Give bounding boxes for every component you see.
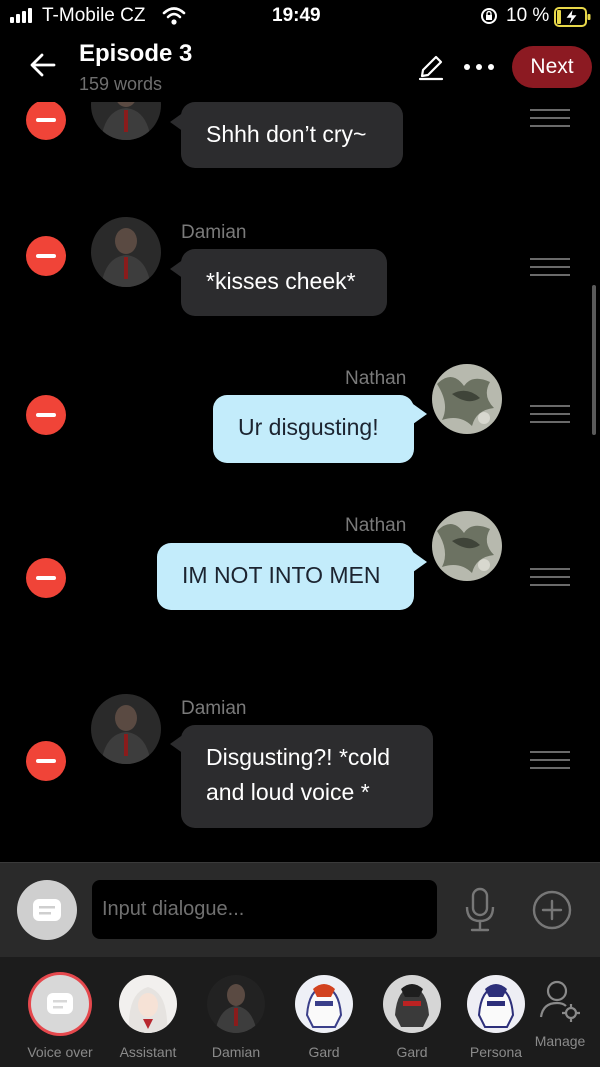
signal-icon [10, 7, 32, 23]
dialogue-row: Nathan IM NOT INTO MEN [0, 507, 600, 617]
damian-avatar [91, 102, 161, 140]
clock: 19:49 [272, 5, 321, 26]
drag-handle-icon[interactable] [530, 751, 570, 773]
dialogue-bubble[interactable]: *kisses cheek* [181, 249, 387, 316]
character-gard[interactable]: Gard [284, 975, 364, 1060]
microphone-icon[interactable] [462, 887, 498, 933]
add-icon[interactable] [532, 890, 572, 930]
character-bar: Voice over Assistant Damian Gard Gard Pe… [0, 957, 600, 1067]
gard-avatar [383, 975, 441, 1033]
character-damian[interactable]: Damian [196, 975, 276, 1060]
back-arrow-icon[interactable] [28, 50, 58, 80]
episode-title: Episode 3 [79, 40, 193, 67]
carrier-name: T-Mobile CZ [42, 5, 146, 26]
speaker-name: Damian [181, 222, 247, 243]
manage-people-icon [539, 980, 580, 1022]
rotation-lock-icon [481, 8, 497, 24]
word-count: 159 words [79, 74, 163, 94]
character-label: Damian [211, 1044, 261, 1060]
speaker-name: Nathan [345, 515, 407, 536]
assistant-avatar [119, 975, 177, 1033]
dialogue-list: Shhh don’t cry~ Damian *kisses cheek* Na… [0, 102, 600, 862]
delete-line-button[interactable] [26, 395, 66, 435]
dialogue-row: Damian *kisses cheek* [0, 212, 600, 322]
battery-percent: 10 % [506, 5, 550, 26]
damian-avatar [207, 975, 265, 1033]
drag-handle-icon[interactable] [530, 109, 570, 131]
delete-line-button[interactable] [26, 558, 66, 598]
damian-avatar [91, 694, 161, 764]
persona-avatar [467, 975, 525, 1033]
character-assistant[interactable]: Assistant [108, 975, 188, 1060]
dialogue-input[interactable] [92, 880, 437, 939]
scrollbar[interactable] [592, 285, 596, 435]
status-bar: T-Mobile CZ 19:49 10 % [0, 0, 600, 34]
battery-charging-icon [554, 7, 591, 27]
character-label: Gard [308, 1044, 340, 1060]
drag-handle-icon[interactable] [530, 405, 570, 427]
dialogue-row: Nathan Ur disgusting! [0, 360, 600, 470]
dialogue-bubble[interactable]: Disgusting?! *cold and loud voice * [181, 725, 433, 828]
delete-line-button[interactable] [26, 236, 66, 276]
caption-icon [33, 899, 61, 921]
bubble-tail [413, 552, 427, 572]
pencil-icon[interactable] [416, 52, 446, 82]
speaker-name: Damian [181, 698, 247, 719]
more-options-icon[interactable] [462, 62, 496, 72]
manage-characters-button[interactable]: Manage [520, 971, 600, 1049]
dialogue-bubble[interactable]: IM NOT INTO MEN [157, 543, 414, 610]
wifi-icon [162, 7, 186, 25]
dialogue-bubble[interactable]: Ur disgusting! [213, 395, 414, 463]
character-label: Assistant [119, 1044, 177, 1060]
composer-bar [0, 862, 600, 958]
dialogue-row: Damian Disgusting?! *cold and loud voice… [0, 690, 600, 840]
voice-over-icon [31, 975, 89, 1033]
nathan-avatar [432, 511, 502, 581]
character-label: Voice over [27, 1044, 93, 1060]
character-label: Gard [396, 1044, 428, 1060]
character-gard-2[interactable]: Gard [372, 975, 452, 1060]
bubble-tail [413, 404, 427, 424]
drag-handle-icon[interactable] [530, 568, 570, 590]
dialogue-row: Shhh don’t cry~ [0, 102, 600, 192]
character-label: Manage [534, 1033, 586, 1049]
delete-line-button[interactable] [26, 102, 66, 140]
speaker-name: Nathan [345, 368, 407, 389]
delete-line-button[interactable] [26, 741, 66, 781]
nathan-avatar [432, 364, 502, 434]
character-voice-over[interactable]: Voice over [20, 975, 100, 1060]
episode-header: Episode 3 159 words Next [0, 34, 600, 102]
drag-handle-icon[interactable] [530, 258, 570, 280]
damian-avatar [91, 217, 161, 287]
dialogue-bubble[interactable]: Shhh don’t cry~ [181, 102, 403, 168]
voice-over-toggle-button[interactable] [17, 880, 77, 940]
gard-avatar [295, 975, 353, 1033]
next-button[interactable]: Next [512, 46, 592, 88]
